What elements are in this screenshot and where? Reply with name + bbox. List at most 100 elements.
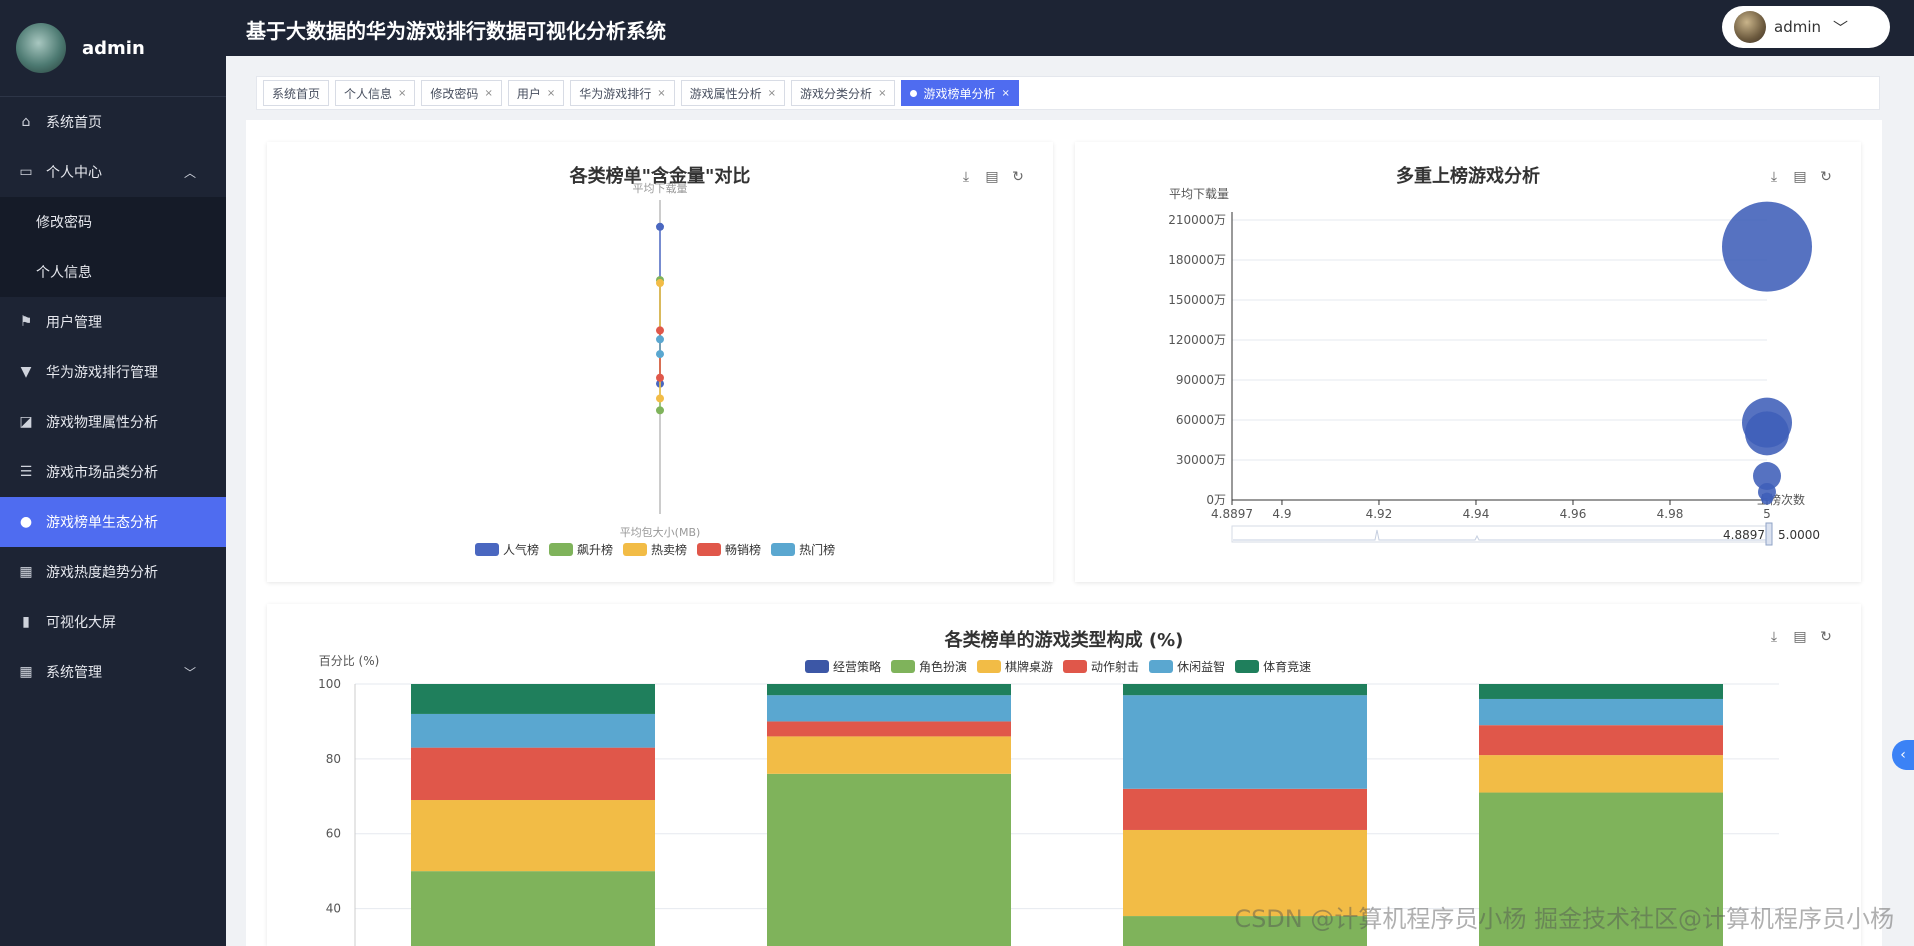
legend-swatch	[771, 543, 796, 556]
bubble-point[interactable]	[1761, 492, 1773, 505]
y-tick-label: 0万	[1206, 493, 1226, 507]
bubble-point[interactable]	[1722, 201, 1812, 292]
close-icon[interactable]: ×	[398, 88, 406, 99]
scatter-point[interactable]	[656, 326, 664, 335]
chevron-down-icon: ﹀	[1833, 18, 1849, 37]
sidebar-item-users[interactable]: ⚑ 用户管理	[0, 297, 226, 347]
legend-item[interactable]: 热门榜	[771, 541, 835, 558]
sidebar-item-label: 个人中心	[46, 165, 102, 181]
tab-home[interactable]: 系统首页	[263, 80, 330, 106]
data-zoom-handle[interactable]	[1765, 522, 1773, 546]
legend-item[interactable]: 人气榜	[475, 541, 539, 558]
grid-icon: ▦	[19, 664, 33, 680]
tab-chart-analysis[interactable]: 游戏榜单分析 ×	[901, 80, 1019, 106]
chart-card-chart-value: 各类榜单"含金量"对比 ⤓ ▤ ↻ 平均下载量 平均包大小(MB) 人气榜 飙升…	[267, 142, 1053, 582]
legend-swatch	[549, 543, 574, 556]
home-icon: ⌂	[21, 114, 31, 130]
sidebar-item-chart-ecology[interactable]: ● 游戏榜单生态分析	[0, 497, 226, 547]
bar-segment[interactable]	[767, 736, 1011, 774]
sidebar-item-change-password[interactable]: 修改密码	[0, 197, 226, 247]
close-icon[interactable]: ×	[547, 88, 555, 99]
x-tick-label: 4.98	[1657, 507, 1684, 521]
close-icon[interactable]: ×	[1001, 88, 1009, 99]
tab-attribute-analysis[interactable]: 游戏属性分析 ×	[680, 80, 786, 106]
close-icon[interactable]: ×	[657, 88, 665, 99]
scatter-point[interactable]	[656, 222, 664, 231]
y-tick-label: 120000万	[1168, 333, 1226, 347]
y-tick-label: 180000万	[1168, 253, 1226, 267]
x-axis-label: 平均包大小(MB)	[620, 525, 701, 539]
bar-segment[interactable]	[1479, 698, 1723, 726]
tab-label: 游戏属性分析	[689, 86, 762, 101]
sidebar-item-ranking-manage[interactable]: ▼ 华为游戏排行管理	[0, 347, 226, 397]
bar-segment[interactable]	[1123, 695, 1367, 789]
legend-label: 飙升榜	[577, 543, 614, 557]
top-header: 基于大数据的华为游戏排行数据可视化分析系统 admin ﹀	[226, 0, 1914, 56]
bar-segment[interactable]	[767, 695, 1011, 722]
tab-profile[interactable]: 个人信息 ×	[335, 80, 416, 106]
legend-item[interactable]: 热卖榜	[623, 541, 687, 558]
x-tick-label: 4.92	[1366, 507, 1393, 521]
scatter-point[interactable]	[656, 373, 664, 382]
sidebar-item-home[interactable]: ⌂ 系统首页	[0, 97, 226, 147]
scatter-point[interactable]	[656, 394, 664, 403]
y-tick-label: 100	[318, 677, 341, 691]
tab-label: 游戏分类分析	[800, 86, 873, 101]
bar-segment[interactable]	[767, 684, 1011, 696]
sidebar-item-label: 可视化大屏	[46, 615, 116, 631]
user-icon: ●	[19, 514, 33, 530]
sidebar-item-physical-analysis[interactable]: ◪ 游戏物理属性分析	[0, 397, 226, 447]
close-icon[interactable]: ×	[484, 88, 492, 99]
bar-segment[interactable]	[1123, 684, 1367, 696]
sidebar-item-trend-analysis[interactable]: ▦ 游戏热度趋势分析	[0, 547, 226, 597]
bubble-point[interactable]	[1745, 411, 1789, 456]
tab-ranking[interactable]: 华为游戏排行 ×	[570, 80, 675, 106]
chart-card-multi-ranking: 多重上榜游戏分析 ⤓ ▤ ↻ 平均下载量 上榜次数 4.8897 5.0000 …	[1075, 142, 1861, 582]
bar-segment[interactable]	[767, 773, 1011, 946]
scatter-point[interactable]	[656, 335, 664, 344]
user-dropdown[interactable]: admin ﹀	[1722, 6, 1890, 48]
y-tick-label: 40	[326, 902, 341, 916]
scatter-point[interactable]	[656, 279, 664, 288]
sidebar-item-label: 游戏市场品类分析	[46, 465, 158, 481]
chevron-down-icon: ﹀	[183, 665, 196, 680]
tool-icon: ◪	[19, 414, 33, 430]
bar-segment[interactable]	[1479, 725, 1723, 756]
legend-label: 人气榜	[503, 543, 540, 557]
sidebar-item-profile[interactable]: 个人信息	[0, 247, 226, 297]
legend-label: 畅销榜	[725, 543, 762, 557]
bar-segment[interactable]	[411, 747, 655, 801]
bar-segment[interactable]	[1123, 788, 1367, 830]
sidebar-item-personal-center[interactable]: ▭ 个人中心 ︿	[0, 147, 226, 197]
tab-user[interactable]: 用户 ×	[507, 80, 565, 106]
tab-change-password[interactable]: 修改密码 ×	[421, 80, 502, 106]
sidebar-item-system-manage[interactable]: ▦ 系统管理 ﹀	[0, 647, 226, 697]
sidebar-item-market-analysis[interactable]: ☰ 游戏市场品类分析	[0, 447, 226, 497]
legend-item[interactable]: 飙升榜	[549, 541, 613, 558]
bar-segment[interactable]	[411, 800, 655, 872]
bar-segment[interactable]	[411, 713, 655, 748]
y-tick-label: 60000万	[1176, 413, 1226, 427]
bar-segment[interactable]	[411, 871, 655, 946]
avatar	[1734, 11, 1766, 43]
chart-legend: 人气榜 飙升榜 热卖榜 畅销榜 热门榜	[475, 541, 835, 558]
legend-swatch	[623, 543, 648, 556]
bar-segment[interactable]	[767, 721, 1011, 737]
bar-segment[interactable]	[411, 684, 655, 714]
scatter-point[interactable]	[656, 350, 664, 359]
sidebar-item-big-screen[interactable]: ▮ 可视化大屏	[0, 597, 226, 647]
bar-segment[interactable]	[1479, 684, 1723, 699]
sidebar-menu: ⌂ 系统首页 ▭ 个人中心 ︿ 修改密码 个人信息 ⚑ 用户管理 ▼ 华为游戏排行管理 ◪…	[0, 97, 226, 697]
legend-item[interactable]: 畅销榜	[697, 541, 761, 558]
tab-label: 游戏榜单分析	[923, 86, 996, 101]
bar-segment[interactable]	[1479, 755, 1723, 793]
close-icon[interactable]: ×	[878, 88, 886, 99]
x-tick-label: 4.8897	[1211, 507, 1253, 521]
side-toggle-button[interactable]: ‹	[1892, 740, 1914, 770]
chart-card-type-composition: 各类榜单的游戏类型构成 (%) ⤓ ▤ ↻ 经营策略 角色扮演 棋牌桌游 动作射…	[267, 604, 1861, 946]
tab-category-analysis[interactable]: 游戏分类分析 ×	[791, 80, 896, 106]
scatter-point[interactable]	[656, 406, 664, 415]
avatar[interactable]	[16, 23, 66, 73]
y-tick-label: 210000万	[1168, 213, 1226, 227]
close-icon[interactable]: ×	[768, 88, 776, 99]
